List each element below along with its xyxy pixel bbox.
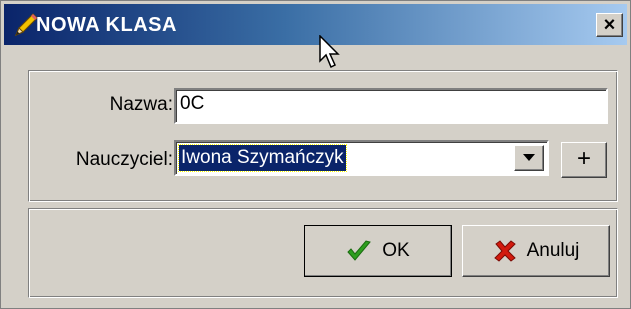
teacher-selected-value: Iwona Szymańczyk [178,144,347,172]
teacher-label: Nauczyciel: [75,149,173,170]
triangle-down-icon [523,154,535,161]
title-bar[interactable]: NOWA KLASA × [4,4,627,45]
mouse-cursor-icon [319,35,340,69]
window-title: NOWA KLASA [36,14,177,36]
close-icon: × [603,14,616,36]
ok-button[interactable]: OK [304,225,452,277]
dialog-window: NOWA KLASA × Nazwa: 0C Nauczyciel: Iwona… [0,0,631,309]
cancel-label: Anuluj [526,240,580,261]
red-x-icon [493,240,516,262]
cancel-button[interactable]: Anuluj [462,225,610,277]
ok-label: OK [382,240,410,261]
teacher-select[interactable]: Iwona Szymańczyk [174,140,549,176]
dropdown-button[interactable] [514,145,544,171]
add-teacher-button[interactable]: + [561,142,607,178]
name-field[interactable]: 0C [174,88,608,124]
name-label: Nazwa: [109,94,173,115]
checkmark-icon [347,240,372,261]
plus-icon: + [576,145,591,172]
name-value: 0C [180,93,205,114]
close-button[interactable]: × [596,13,623,37]
